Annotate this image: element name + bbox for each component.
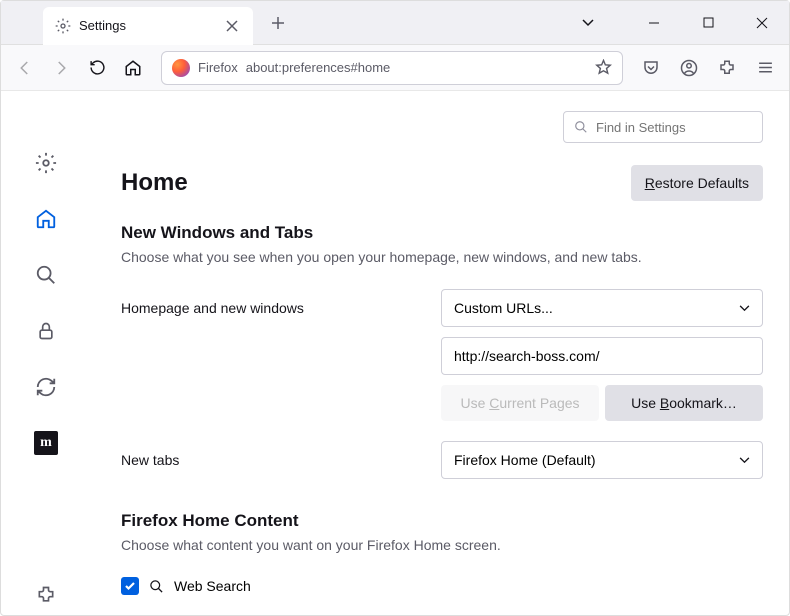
newtabs-label: New tabs — [121, 452, 427, 468]
sidebar-item-more[interactable]: m — [26, 423, 66, 463]
sidebar-item-home[interactable] — [26, 199, 66, 239]
newtabs-select[interactable]: Firefox Home (Default) — [441, 441, 763, 479]
urlbar-url: about:preferences#home — [246, 60, 587, 75]
pocket-button[interactable] — [635, 52, 667, 84]
maximize-button[interactable] — [685, 3, 731, 43]
menu-button[interactable] — [749, 52, 781, 84]
firefox-logo-icon — [172, 59, 190, 77]
gear-icon — [55, 18, 71, 34]
section-desc: Choose what you see when you open your h… — [121, 249, 763, 265]
chevron-down-icon — [739, 305, 750, 312]
tabs-dropdown-button[interactable] — [573, 8, 603, 38]
extensions-button[interactable] — [711, 52, 743, 84]
homepage-url-value: http://search-boss.com/ — [454, 348, 600, 364]
close-window-button[interactable] — [739, 3, 785, 43]
browser-tab[interactable]: Settings — [43, 7, 253, 45]
section-heading-home-content: Firefox Home Content — [121, 511, 763, 531]
sidebar-item-sync[interactable] — [26, 367, 66, 407]
sidebar-item-extensions[interactable] — [26, 575, 66, 615]
tab-title: Settings — [79, 18, 215, 33]
newtabs-select-value: Firefox Home (Default) — [454, 452, 596, 468]
homepage-select[interactable]: Custom URLs... — [441, 289, 763, 327]
chevron-down-icon — [739, 457, 750, 464]
close-tab-button[interactable] — [223, 17, 241, 35]
use-bookmark-button[interactable]: Use Bookmark… — [605, 385, 763, 421]
restore-defaults-button[interactable]: Restore Defaults — [631, 165, 763, 201]
home-button[interactable] — [117, 52, 149, 84]
back-button — [9, 52, 41, 84]
settings-search-input[interactable] — [596, 120, 772, 135]
minimize-button[interactable] — [631, 3, 677, 43]
sidebar-item-search[interactable] — [26, 255, 66, 295]
bookmark-star-icon[interactable] — [595, 59, 612, 76]
account-button[interactable] — [673, 52, 705, 84]
settings-search[interactable] — [563, 111, 763, 143]
search-icon — [574, 120, 588, 134]
page-title: Home — [121, 169, 188, 197]
reload-button[interactable] — [81, 52, 113, 84]
address-bar[interactable]: Firefox about:preferences#home — [161, 51, 623, 85]
websearch-label: Web Search — [174, 578, 251, 594]
sidebar-item-privacy[interactable] — [26, 311, 66, 351]
use-current-pages-button: Use Current Pages — [441, 385, 599, 421]
section-desc-2: Choose what content you want on your Fir… — [121, 537, 763, 553]
homepage-label: Homepage and new windows — [121, 300, 427, 316]
sidebar-item-general[interactable] — [26, 143, 66, 183]
section-heading-windows-tabs: New Windows and Tabs — [121, 223, 763, 243]
forward-button — [45, 52, 77, 84]
homepage-select-value: Custom URLs... — [454, 300, 553, 316]
urlbar-brand: Firefox — [198, 60, 238, 75]
homepage-url-input[interactable]: http://search-boss.com/ — [441, 337, 763, 375]
m-icon: m — [34, 431, 58, 455]
search-icon — [149, 579, 164, 594]
websearch-checkbox[interactable] — [121, 577, 139, 595]
new-tab-button[interactable] — [263, 8, 293, 38]
